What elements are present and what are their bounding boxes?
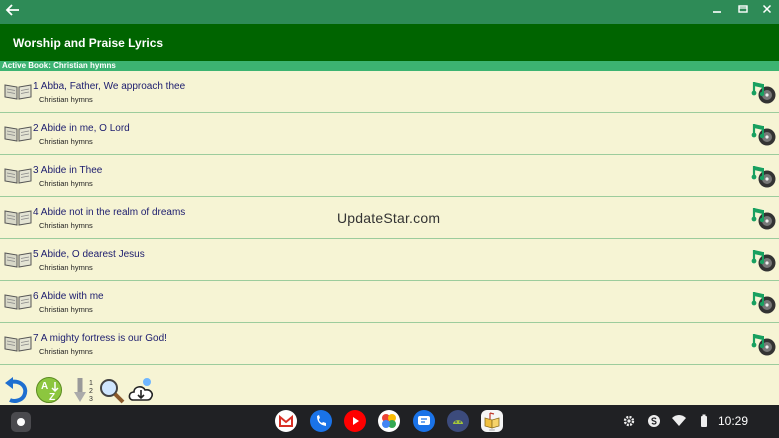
youtube-app-icon[interactable]	[344, 410, 366, 432]
open-book-icon	[4, 294, 32, 310]
open-book-icon	[4, 210, 32, 226]
open-book-icon	[4, 252, 32, 268]
settings-gear-icon[interactable]	[622, 414, 636, 432]
gmail-app-icon[interactable]	[275, 410, 297, 432]
sort-digit-3: 3	[89, 396, 93, 403]
maximize-icon[interactable]	[734, 2, 752, 20]
open-book-icon	[4, 336, 32, 352]
list-item[interactable]: 3 Abide in Thee Christian hymns	[0, 155, 779, 197]
app-title: Worship and Praise Lyrics	[13, 36, 164, 50]
sort-digit-1: 1	[89, 380, 93, 387]
window-title-bar	[0, 0, 779, 24]
music-disc-icon[interactable]	[750, 205, 776, 231]
open-book-icon	[4, 126, 32, 142]
hymn-title: 4 Abide not in the realm of dreams	[33, 207, 186, 218]
back-arrow-icon[interactable]	[5, 2, 23, 20]
photos-app-icon[interactable]	[378, 410, 400, 432]
hymn-title: 2 Abide in me, O Lord	[33, 123, 130, 134]
minimize-icon[interactable]	[708, 2, 726, 20]
open-book-icon	[4, 84, 32, 100]
sort-digit-2: 2	[89, 388, 93, 395]
music-disc-icon[interactable]	[750, 163, 776, 189]
hymn-title: 3 Abide in Thee	[33, 165, 103, 176]
list-item[interactable]: 6 Abide with me Christian hymns	[0, 281, 779, 323]
music-disc-icon[interactable]	[750, 289, 776, 315]
hymn-book: Christian hymns	[39, 137, 93, 146]
hymn-book: Christian hymns	[39, 221, 93, 230]
hymn-title: 7 A mighty fortress is our God!	[33, 333, 167, 344]
list-item[interactable]: 5 Abide, O dearest Jesus Christian hymns	[0, 239, 779, 281]
cloud-download-icon[interactable]	[126, 376, 156, 404]
bottom-toolbar: A Z 1 2 3	[0, 375, 779, 405]
search-icon[interactable]	[97, 376, 127, 404]
phone-app-icon[interactable]	[310, 410, 332, 432]
hymn-title: 1 Abba, Father, We approach thee	[33, 81, 186, 92]
wifi-icon[interactable]	[671, 414, 687, 432]
undo-icon[interactable]	[2, 376, 32, 404]
music-disc-icon[interactable]	[750, 121, 776, 147]
app-header: Worship and Praise Lyrics	[0, 24, 779, 61]
clock[interactable]: 10:29	[718, 414, 748, 428]
active-book-bar: Active Book: Christian hymns	[0, 61, 779, 71]
hymn-book: Christian hymns	[39, 179, 93, 188]
messages-app-icon[interactable]	[413, 410, 435, 432]
active-book-label: Active Book: Christian hymns	[2, 61, 116, 70]
hymn-book: Christian hymns	[39, 305, 93, 314]
music-disc-icon[interactable]	[750, 331, 776, 357]
android-studio-app-icon[interactable]	[447, 410, 469, 432]
hymn-title: 6 Abide with me	[33, 291, 104, 302]
hymn-book: Christian hymns	[39, 347, 93, 356]
hymn-list[interactable]: 1 Abba, Father, We approach thee Christi…	[0, 71, 779, 375]
running-indicator	[489, 429, 495, 431]
hymn-app-icon[interactable]	[481, 410, 503, 432]
a-to-z-sort-icon[interactable]: A Z	[34, 376, 64, 404]
battery-icon[interactable]	[699, 414, 709, 432]
launcher-icon[interactable]	[11, 412, 31, 432]
open-book-icon	[4, 168, 32, 184]
list-item[interactable]: 1 Abba, Father, We approach thee Christi…	[0, 71, 779, 113]
close-icon[interactable]	[758, 2, 776, 20]
watermark: UpdateStar.com	[337, 210, 441, 226]
s-badge-icon[interactable]	[647, 414, 661, 432]
sort-letter-z: Z	[49, 392, 55, 403]
music-disc-icon[interactable]	[750, 247, 776, 273]
system-taskbar: 10:29	[0, 405, 779, 438]
list-item[interactable]: 2 Abide in me, O Lord Christian hymns	[0, 113, 779, 155]
sort-letter-a: A	[41, 381, 48, 392]
list-item[interactable]: 7 A mighty fortress is our God! Christia…	[0, 323, 779, 365]
hymn-book: Christian hymns	[39, 95, 93, 104]
hymn-book: Christian hymns	[39, 263, 93, 272]
music-disc-icon[interactable]	[750, 79, 776, 105]
number-sort-icon[interactable]: 1 2 3	[70, 376, 100, 404]
hymn-title: 5 Abide, O dearest Jesus	[33, 249, 145, 260]
list-item-partial[interactable]	[0, 365, 779, 375]
